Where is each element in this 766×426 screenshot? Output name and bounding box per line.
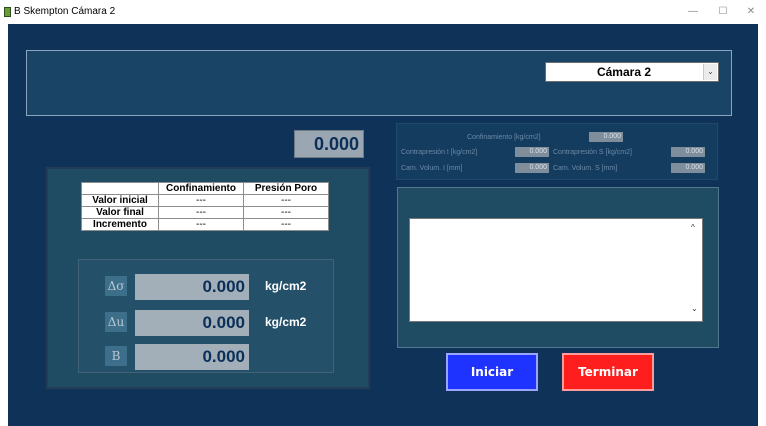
table-row: Valor final --- ---	[81, 206, 329, 219]
header-panel: Cámara 2 ⌄	[26, 50, 732, 116]
close-button[interactable]: ✕	[738, 4, 764, 20]
delta-u-value: 0.000	[135, 310, 249, 336]
contrapresion-i-value: 0.000	[515, 147, 549, 157]
main-readout: 0.000	[294, 130, 364, 158]
stop-button[interactable]: Terminar	[562, 353, 654, 391]
values-table: Confinamiento Presión Poro Valor inicial…	[81, 182, 329, 231]
table-row: Incremento --- ---	[81, 218, 329, 231]
minimize-button[interactable]: —	[680, 4, 706, 20]
table-header-presion-poro: Presión Poro	[243, 182, 329, 195]
chamber-select-value: Cámara 2	[596, 65, 652, 79]
b-value: 0.000	[135, 344, 249, 370]
title-bar: B Skempton Cámara 2 — ☐ ✕	[0, 0, 766, 24]
scroll-up-icon[interactable]: ^	[691, 223, 714, 232]
results-panel: Confinamiento Presión Poro Valor inicial…	[46, 167, 370, 389]
main-window: Cámara 2 ⌄ 0.000 Confinamiento Presión P…	[8, 24, 758, 426]
cell-presion-poro: ---	[243, 194, 329, 207]
scroll-down-icon[interactable]: ⌄	[691, 304, 714, 343]
window-title: B Skempton Cámara 2	[14, 6, 116, 17]
delta-sigma-label: Δσ	[105, 276, 127, 296]
cam-volum-i-label: Cam. Volum. I [mm]	[401, 165, 463, 172]
delta-sigma-unit: kg/cm2	[265, 279, 307, 293]
status-panel: Confinamiento [kg/cm2] 0.000 Contrapresi…	[396, 123, 718, 180]
cell-presion-poro: ---	[243, 206, 329, 219]
table-header-blank	[81, 182, 159, 195]
cam-volum-i-value: 0.000	[515, 163, 549, 173]
cell-confinamiento: ---	[158, 218, 244, 231]
row-label: Valor inicial	[81, 194, 159, 207]
app-icon	[4, 7, 11, 17]
delta-u-unit: kg/cm2	[265, 315, 307, 329]
cell-confinamiento: ---	[158, 194, 244, 207]
confinamiento-label: Confinamiento [kg/cm2]	[467, 134, 541, 141]
b-label: B	[105, 346, 127, 366]
cell-presion-poro: ---	[243, 218, 329, 231]
chamber-select[interactable]: Cámara 2 ⌄	[545, 62, 719, 82]
table-header-confinamiento: Confinamiento	[158, 182, 244, 195]
cell-confinamiento: ---	[158, 206, 244, 219]
log-textarea[interactable]	[409, 218, 703, 322]
measurements-panel: Δσ 0.000 kg/cm2 Δu 0.000 kg/cm2 B 0.000	[78, 259, 334, 373]
contrapresion-i-label: Contrapresión I [kg/cm2]	[401, 149, 478, 156]
row-label: Incremento	[81, 218, 159, 231]
chevron-down-icon[interactable]: ⌄	[703, 64, 717, 80]
contrapresion-s-label: Contrapresión S [kg/cm2]	[553, 149, 632, 156]
contrapresion-s-value: 0.000	[671, 147, 705, 157]
cam-volum-s-value: 0.000	[671, 163, 705, 173]
maximize-button[interactable]: ☐	[710, 4, 736, 20]
delta-u-label: Δu	[105, 312, 127, 332]
row-label: Valor final	[81, 206, 159, 219]
table-row: Valor inicial --- ---	[81, 194, 329, 207]
delta-sigma-value: 0.000	[135, 274, 249, 300]
start-button[interactable]: Iniciar	[446, 353, 538, 391]
confinamiento-value: 0.000	[589, 132, 623, 142]
cam-volum-s-label: Cam. Volum. S [mm]	[553, 165, 618, 172]
log-panel: ^ ⌄	[397, 187, 719, 348]
